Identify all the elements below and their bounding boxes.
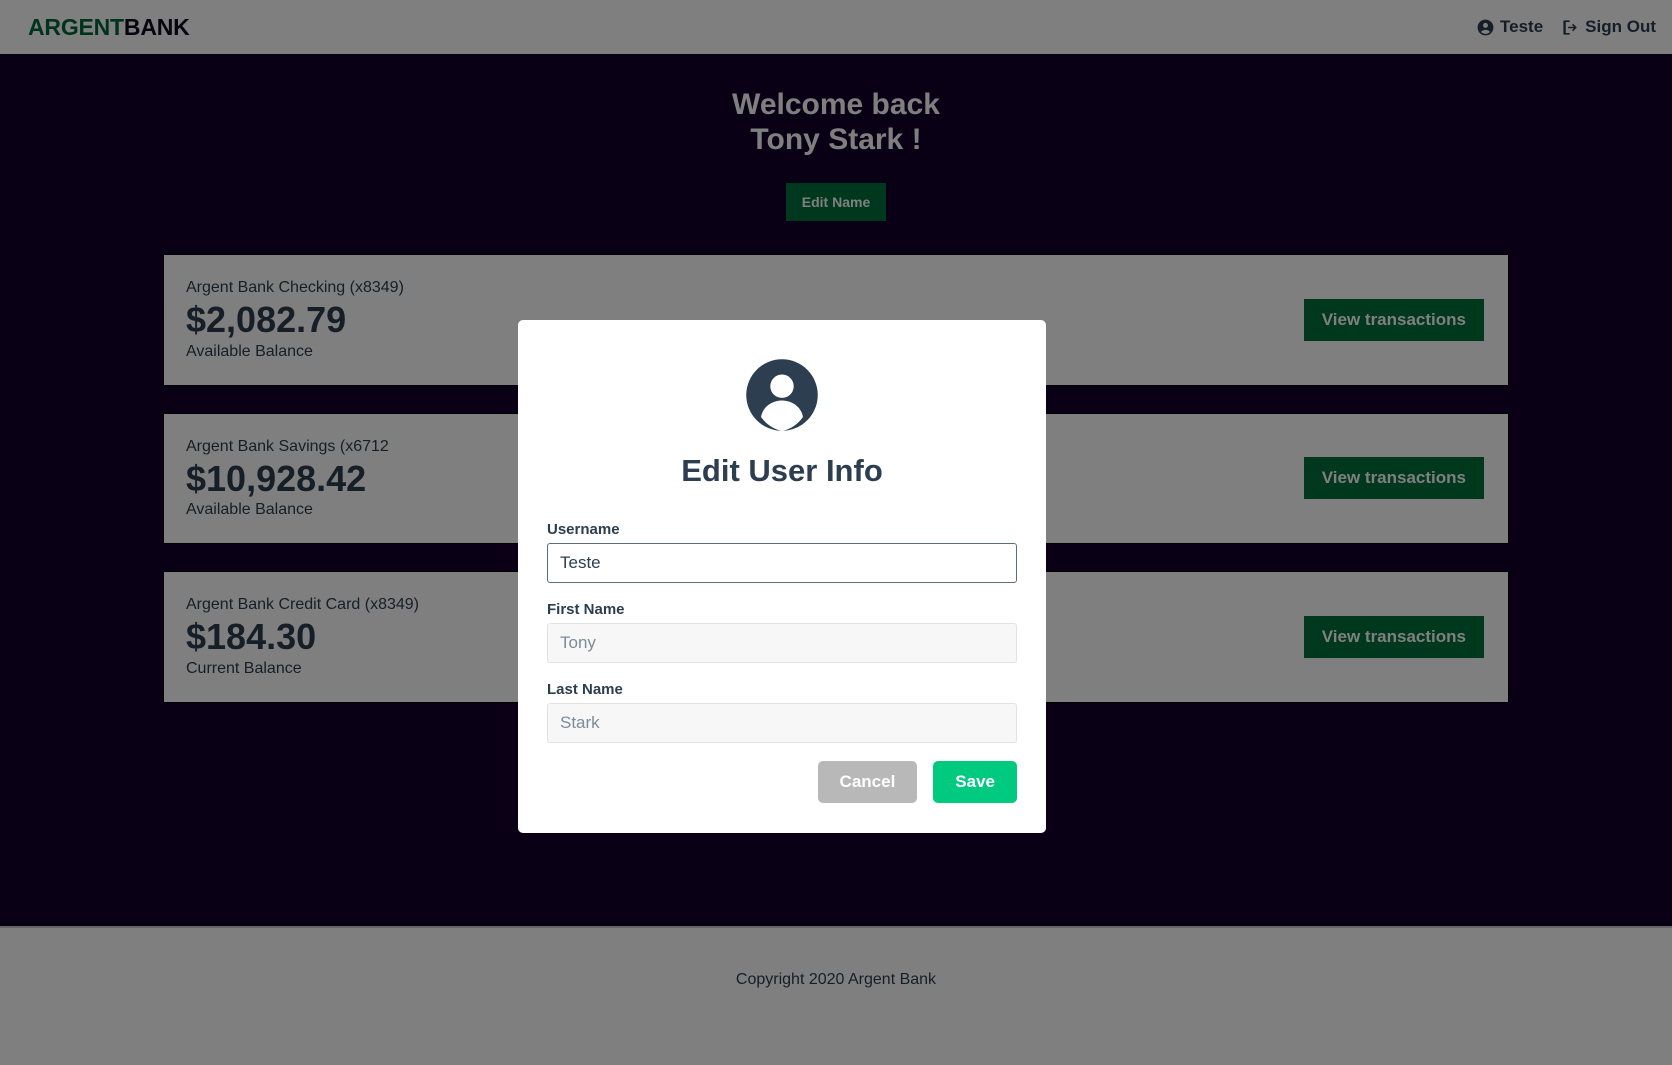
modal-title: Edit User Info	[681, 453, 883, 488]
modal-avatar-wrapper	[547, 356, 1017, 439]
save-button[interactable]: Save	[933, 761, 1017, 803]
last-name-label: Last Name	[547, 681, 623, 698]
cancel-button[interactable]: Cancel	[817, 761, 918, 803]
username-label: Username	[547, 521, 620, 538]
edit-user-info-modal: Edit User Info Username First Name Last …	[518, 320, 1046, 833]
last-name-input	[547, 703, 1017, 743]
first-name-input	[547, 623, 1017, 663]
user-avatar-icon	[743, 356, 821, 439]
username-input[interactable]	[547, 543, 1017, 583]
first-name-label: First Name	[547, 601, 625, 618]
modal-actions: Cancel Save	[547, 761, 1017, 803]
